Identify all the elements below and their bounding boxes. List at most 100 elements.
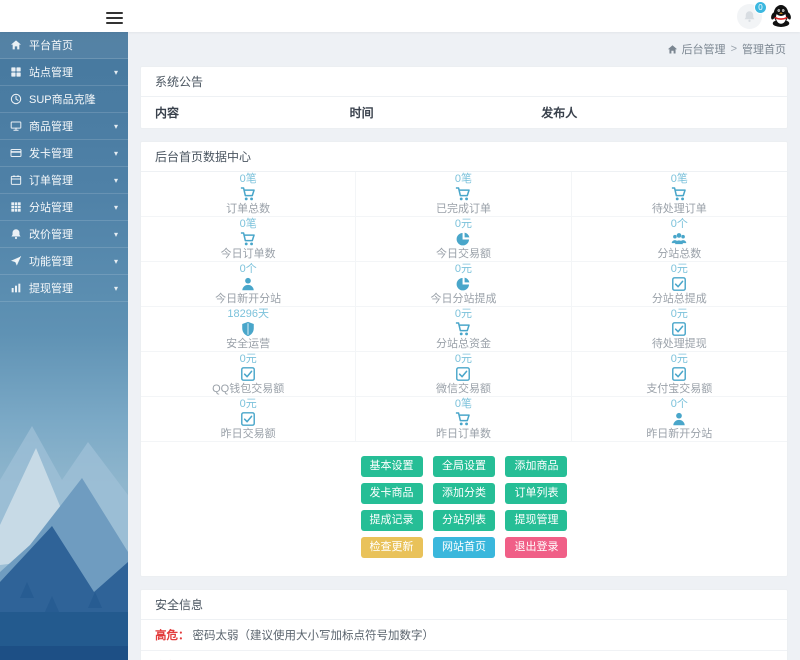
home-icon — [667, 44, 678, 55]
sidebar-item-withdraw-management[interactable]: 提现管理 ▾ — [0, 275, 128, 302]
substation-list-button[interactable]: 分站列表 — [433, 510, 495, 531]
stat-label: 待处理订单 — [652, 203, 707, 215]
sidebar-item-label: 功能管理 — [29, 253, 73, 269]
stat-today-substation-commission: 0元今日分站提成 — [356, 262, 571, 307]
stat-label: 分站总提成 — [652, 293, 707, 305]
qq-penguin-icon — [770, 4, 792, 28]
security-item-password-same-as-account: 高危：管理员密码与管理员账号相同请及时修改（立即前往） — [141, 651, 787, 660]
sidebar-item-sup-clone[interactable]: SUP商品克隆 — [0, 86, 128, 113]
top-bar: 0 — [0, 0, 800, 32]
stat-alipay-volume: 0元支付宝交易额 — [572, 352, 787, 397]
stat-label: 待处理提现 — [652, 338, 707, 350]
bell-icon — [10, 228, 22, 240]
sidebar-item-function-management[interactable]: 功能管理 ▾ — [0, 248, 128, 275]
check-square-icon — [240, 366, 256, 382]
sidebar-item-label: 订单管理 — [29, 172, 73, 188]
card-products-button[interactable]: 发卡商品 — [361, 483, 423, 504]
chevron-down-icon: ▾ — [114, 203, 118, 212]
add-product-button[interactable]: 添加商品 — [505, 456, 567, 477]
sidebar-menu: 平台首页 站点管理 ▾ SUP商品克隆 商品管理 ▾ 发卡管理 ▾ 订单管理 ▾ — [0, 32, 128, 302]
stat-value: 0元 — [455, 218, 472, 230]
stat-value: 0笔 — [240, 218, 257, 230]
stat-label: 支付宝交易额 — [646, 383, 712, 395]
bell-icon — [743, 10, 756, 23]
stat-value: 0个 — [671, 218, 688, 230]
check-square-icon — [240, 411, 256, 427]
topbar-actions: 0 — [737, 3, 792, 29]
logout-button[interactable]: 退出登录 — [505, 537, 567, 558]
stat-qq-wallet-volume: 0元QQ钱包交易额 — [141, 352, 356, 397]
sidebar-item-label: 发卡管理 — [29, 145, 73, 161]
stat-pending-orders: 0笔待处理订单 — [572, 172, 787, 217]
order-list-button[interactable]: 订单列表 — [505, 483, 567, 504]
sidebar-item-platform-home[interactable]: 平台首页 — [0, 32, 128, 59]
stat-wechat-volume: 0元微信交易额 — [356, 352, 571, 397]
cart-icon — [455, 321, 471, 337]
stat-value: 0元 — [455, 263, 472, 275]
sidebar-item-label: SUP商品克隆 — [29, 91, 96, 107]
data-center-panel: 后台首页数据中心 0笔订单总数 0笔已完成订单 0笔待处理订单 0笔今日订单数 … — [140, 141, 788, 577]
stat-value: 0元 — [455, 353, 472, 365]
site-home-button[interactable]: 网站首页 — [433, 537, 495, 558]
data-center-title: 后台首页数据中心 — [141, 142, 787, 172]
cart-icon — [671, 186, 687, 202]
stat-yesterday-new-substations: 0个昨日新开分站 — [572, 397, 787, 442]
cart-icon — [240, 186, 256, 202]
commission-records-button[interactable]: 提成记录 — [361, 510, 423, 531]
chevron-down-icon: ▾ — [114, 68, 118, 77]
column-header-publisher: 发布人 — [541, 104, 773, 121]
stat-label: QQ钱包交易额 — [212, 383, 284, 395]
calendar-icon — [10, 174, 22, 186]
pie-chart-icon — [455, 276, 471, 292]
stat-substation-total: 0个分站总数 — [572, 217, 787, 262]
chevron-down-icon: ▾ — [114, 284, 118, 293]
sidebar-item-product-management[interactable]: 商品管理 ▾ — [0, 113, 128, 140]
stat-value: 0元 — [671, 263, 688, 275]
sidebar-item-site-management[interactable]: 站点管理 ▾ — [0, 59, 128, 86]
stat-today-volume: 0元今日交易额 — [356, 217, 571, 262]
withdraw-management-button[interactable]: 提现管理 — [505, 510, 567, 531]
main-content: 后台管理 > 管理首页 系统公告 内容 时间 发布人 后台首页数据中心 0笔订单… — [128, 32, 800, 660]
sidebar-item-substation-management[interactable]: 分站管理 ▾ — [0, 194, 128, 221]
hamburger-menu-icon[interactable] — [106, 9, 123, 27]
chevron-down-icon: ▾ — [114, 122, 118, 131]
check-update-button[interactable]: 检查更新 — [361, 537, 423, 558]
notification-bell-button[interactable]: 0 — [737, 4, 762, 29]
stat-substation-funds: 0元分站总资金 — [356, 307, 571, 352]
breadcrumb-section[interactable]: 后台管理 — [682, 41, 726, 57]
notification-badge: 0 — [754, 1, 767, 14]
basic-settings-button[interactable]: 基本设置 — [361, 456, 423, 477]
stat-today-new-substations: 0个今日新开分站 — [141, 262, 356, 307]
global-settings-button[interactable]: 全局设置 — [433, 456, 495, 477]
stat-value: 0笔 — [455, 173, 472, 185]
stat-value: 0元 — [455, 308, 472, 320]
cart-icon — [455, 186, 471, 202]
paper-plane-icon — [10, 255, 22, 267]
clock-icon — [10, 93, 22, 105]
stat-label: 今日订单数 — [221, 248, 276, 260]
stat-yesterday-volume: 0元昨日交易额 — [141, 397, 356, 442]
check-square-icon — [671, 366, 687, 382]
quick-actions: 基本设置 全局设置 添加商品 发卡商品 添加分类 订单列表 提成记录 分站列表 … — [141, 442, 787, 576]
add-category-button[interactable]: 添加分类 — [433, 483, 495, 504]
stat-value: 0个 — [671, 398, 688, 410]
sidebar-item-price-management[interactable]: 改价管理 ▾ — [0, 221, 128, 248]
grid-icon — [10, 66, 22, 78]
chevron-down-icon: ▾ — [114, 149, 118, 158]
stat-value: 0笔 — [671, 173, 688, 185]
stat-label: 今日交易额 — [436, 248, 491, 260]
check-square-icon — [671, 276, 687, 292]
cart-icon — [455, 411, 471, 427]
stat-label: 分站总数 — [657, 248, 701, 260]
stat-safe-running-days: 18296天安全运营 — [141, 307, 356, 352]
qq-contact-button[interactable] — [770, 4, 792, 28]
stat-label: 昨日新开分站 — [646, 428, 712, 440]
stats-grid: 0笔订单总数 0笔已完成订单 0笔待处理订单 0笔今日订单数 0元今日交易额 0… — [141, 172, 787, 442]
sidebar-item-card-management[interactable]: 发卡管理 ▾ — [0, 140, 128, 167]
card-icon — [10, 147, 22, 159]
sidebar-item-order-management[interactable]: 订单管理 ▾ — [0, 167, 128, 194]
users-icon — [671, 231, 687, 247]
desktop-icon — [10, 120, 22, 132]
stat-label: 今日新开分站 — [215, 293, 281, 305]
stat-completed-orders: 0笔已完成订单 — [356, 172, 571, 217]
